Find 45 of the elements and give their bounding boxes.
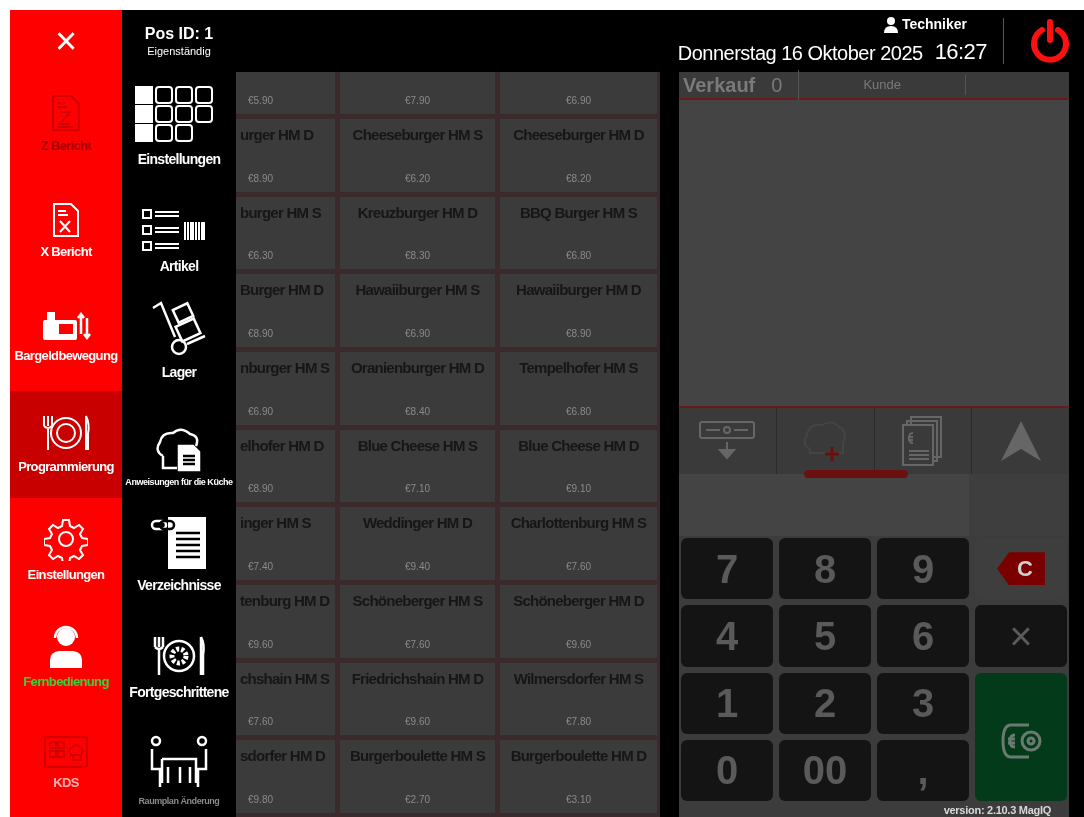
user-name: Techniker	[901, 15, 967, 34]
invoice-stack-icon	[900, 415, 945, 467]
pos-mode: Eigenständig	[147, 45, 211, 57]
keypad-key[interactable]: 0	[681, 739, 773, 801]
drawer-handle[interactable]	[804, 470, 908, 478]
menu-item[interactable]: Lager	[122, 284, 236, 392]
customer-field[interactable]: Kunde	[799, 75, 966, 95]
keypad-key[interactable]: 4	[681, 605, 773, 667]
keypad-key[interactable]: 5	[779, 605, 871, 667]
document-icon	[51, 94, 81, 133]
pay-button[interactable]	[975, 672, 1067, 801]
keypad-key[interactable]: 3	[877, 672, 969, 734]
multiply-button[interactable]: ×	[975, 605, 1067, 667]
keypad-key[interactable]: 2	[779, 672, 871, 734]
order-tab[interactable]: Verkauf	[679, 70, 772, 100]
keypad-key[interactable]: ,	[877, 739, 969, 801]
keypad-key[interactable]: 8	[779, 538, 871, 600]
pos-id: Pos ID: 1	[144, 25, 214, 42]
menu-item[interactable]: Verzeichnisse	[122, 497, 236, 605]
keypad-key[interactable]: 00	[779, 739, 871, 801]
close-button[interactable]: ×	[10, 10, 122, 72]
operator-icon	[48, 623, 84, 668]
keypad-key[interactable]: 9	[877, 538, 969, 600]
kitchen-display-icon	[43, 735, 89, 769]
product-tile[interactable]: €5.90	[236, 72, 335, 114]
navigation-arrow-icon	[998, 419, 1043, 463]
clock-text: 16:27	[934, 38, 987, 66]
menu-item[interactable]: Artikel	[122, 178, 236, 285]
document-icon	[52, 201, 80, 238]
date-text: Donnerstag 16 Oktober 2025	[677, 41, 923, 66]
drawer-icon	[698, 420, 757, 462]
product-tile[interactable]: €7.90	[340, 72, 495, 114]
link-list-icon	[150, 515, 208, 572]
menu-item[interactable]: Einstellungen	[122, 72, 236, 179]
user-icon	[883, 16, 898, 33]
gear-icon	[44, 517, 88, 562]
cash-register-icon	[41, 310, 91, 343]
keypad-key[interactable]: 7	[681, 538, 773, 600]
menu-item[interactable]: Fortgeschrittene	[122, 604, 236, 711]
version-text: version: 2.10.3 MagIQ	[943, 804, 1051, 816]
keypad-key[interactable]: 6	[877, 605, 969, 667]
product-tile[interactable]: €6.90	[500, 72, 657, 114]
menu-item[interactable]: Programmierung	[10, 391, 122, 498]
menu-item[interactable]: Anweisungen für die Küche	[122, 391, 236, 498]
keypad-key[interactable]: 1	[681, 672, 773, 734]
